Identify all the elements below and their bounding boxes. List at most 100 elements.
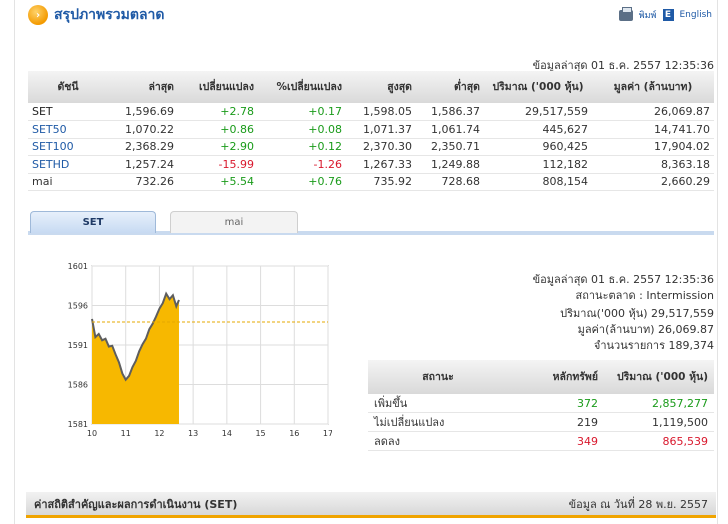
x-tick-label: 17 (323, 429, 332, 438)
index-row: SET50 1,070.22 +0.86 +0.08 1,071.37 1,061.74 4… (28, 120, 714, 139)
index-row: SET 1,596.69 +2.78 +0.17 1,598.05 1,586.37 29,… (28, 103, 714, 121)
pct-change-value: -1.26 (258, 155, 346, 174)
arrow-circle-icon: › (28, 5, 48, 25)
status-label: ลดลง (368, 431, 508, 451)
header-tools: พิมพ์ E English (618, 6, 713, 22)
high-value: 1,267.33 (346, 155, 416, 174)
change-value: +2.90 (178, 138, 258, 156)
col-high: สูงสุด (346, 71, 416, 103)
col-pct-change: %เปลี่ยนแปลง (258, 71, 346, 103)
value-value: 2,660.29 (592, 173, 714, 191)
change-value: +0.86 (178, 120, 258, 139)
last-value: 1,070.22 (108, 120, 178, 139)
col-securities: หลักทรัพย์ (508, 360, 604, 394)
advance-decline-row: ไม่เปลี่ยนแปลง 219 1,119,500 (368, 412, 714, 432)
volume-value: 808,154 (484, 173, 592, 191)
footer-bar: ค่าสถิติสำคัญและผลการดำเนินงาน (SET) ข้อ… (26, 492, 716, 518)
advance-decline-row: ลดลง 349 865,539 (368, 431, 714, 451)
volume-value: 29,517,559 (484, 103, 592, 121)
col-last: ล่าสุด (108, 71, 178, 103)
col-change: เปลี่ยนแปลง (178, 71, 258, 103)
value-value: 8,363.18 (592, 155, 714, 174)
market-status: สถานะตลาด : Intermission (575, 289, 715, 302)
index-table-header: ดัชนี ล่าสุด เปลี่ยนแปลง %เปลี่ยนแปลง สู… (28, 71, 714, 103)
tab-mai[interactable]: mai (170, 211, 298, 233)
high-value: 1,071.37 (346, 120, 416, 139)
x-tick-label: 13 (188, 429, 198, 438)
high-value: 1,598.05 (346, 103, 416, 121)
status-label: เพิ่มขึ้น (368, 394, 508, 413)
pct-change-value: +0.76 (258, 173, 346, 191)
pct-change-value: +0.08 (258, 120, 346, 139)
x-tick-label: 14 (222, 429, 232, 438)
volume-value: 445,627 (484, 120, 592, 139)
securities-count: 372 (508, 394, 604, 413)
advance-decline-header: สถานะ หลักทรัพย์ ปริมาณ ('000 หุ้น) (368, 360, 714, 394)
col-status: สถานะ (368, 360, 508, 394)
last-value: 732.26 (108, 173, 178, 191)
change-value: +5.54 (178, 173, 258, 191)
y-tick-label: 1581 (68, 420, 88, 429)
index-name[interactable]: mai (28, 173, 108, 191)
tab-set[interactable]: SET (30, 211, 156, 233)
x-tick-label: 12 (154, 429, 164, 438)
low-value: 2,350.71 (416, 138, 484, 156)
low-value: 728.68 (416, 173, 484, 191)
advance-decline-table: สถานะ หลักทรัพย์ ปริมาณ ('000 หุ้น) เพิ่… (368, 360, 714, 451)
value-value: 14,741.70 (592, 120, 714, 139)
page-header: › สรุปภาพรวมตลาด (28, 4, 165, 26)
status-volume: 1,119,500 (604, 412, 714, 432)
advance-decline-row: เพิ่มขึ้น 372 2,857,277 (368, 394, 714, 413)
col-value: มูลค่า (ล้านบาท) (592, 71, 714, 103)
print-link[interactable]: พิมพ์ (639, 8, 657, 22)
english-icon[interactable]: E (662, 9, 674, 21)
low-value: 1,249.88 (416, 155, 484, 174)
index-name[interactable]: SET (28, 103, 108, 121)
change-value: +2.78 (178, 103, 258, 121)
footer-title[interactable]: ค่าสถิติสำคัญและผลการดำเนินงาน (SET) (34, 495, 237, 513)
col-volume: ปริมาณ ('000 หุ้น) (484, 71, 592, 103)
value-value: 17,904.02 (592, 138, 714, 156)
col-low: ต่ำสุด (416, 71, 484, 103)
print-icon[interactable] (618, 6, 633, 21)
index-name[interactable]: SET50 (28, 120, 108, 139)
status-label: ไม่เปลี่ยนแปลง (368, 412, 508, 432)
y-tick-label: 1591 (68, 341, 88, 350)
footer-date: ข้อมูล ณ วันที่ 28 พ.ย. 2557 (568, 497, 708, 511)
low-value: 1,586.37 (416, 103, 484, 121)
y-tick-label: 1596 (68, 302, 88, 311)
pct-change-value: +0.12 (258, 138, 346, 156)
change-value: -15.99 (178, 155, 258, 174)
y-tick-label: 1601 (68, 262, 88, 271)
securities-count: 219 (508, 412, 604, 432)
x-tick-label: 10 (87, 429, 97, 438)
index-table: ดัชนี ล่าสุด เปลี่ยนแปลง %เปลี่ยนแปลง สู… (28, 71, 714, 191)
x-tick-label: 15 (255, 429, 265, 438)
value-value: 26,069.87 (592, 103, 714, 121)
last-value: 1,257.24 (108, 155, 178, 174)
chart-tabs: SET mai (28, 209, 714, 235)
col-adv-volume: ปริมาณ ('000 หุ้น) (604, 360, 714, 394)
index-row: mai 732.26 +5.54 +0.76 735.92 728.68 808,154 2,… (28, 173, 714, 191)
index-row: SETHD 1,257.24 -15.99 -1.26 1,267.33 1,249.88… (28, 155, 714, 174)
index-name[interactable]: SET100 (28, 138, 108, 156)
index-row: SET100 2,368.29 +2.90 +0.12 2,370.30 2,350.71… (28, 138, 714, 156)
x-tick-label: 11 (121, 429, 131, 438)
volume-value: 960,425 (484, 138, 592, 156)
x-tick-label: 16 (289, 429, 299, 438)
low-value: 1,061.74 (416, 120, 484, 139)
col-index: ดัชนี (28, 71, 108, 103)
english-link[interactable]: English (680, 10, 713, 20)
status-volume: 2,857,277 (604, 394, 714, 413)
securities-count: 349 (508, 431, 604, 451)
last-value: 2,368.29 (108, 138, 178, 156)
pct-change-value: +0.17 (258, 103, 346, 121)
volume-value: 112,182 (484, 155, 592, 174)
y-tick-label: 1586 (68, 381, 88, 390)
status-volume: 865,539 (604, 431, 714, 451)
index-name[interactable]: SETHD (28, 155, 108, 174)
high-value: 735.92 (346, 173, 416, 191)
stats-deals: จำนวนรายการ 189,374 (593, 339, 714, 352)
intraday-chart: 10 11 12 13 14 15 16 17 1601 1596 1591 1586 1581 (68, 262, 332, 438)
page-title: สรุปภาพรวมตลาด (54, 7, 165, 23)
